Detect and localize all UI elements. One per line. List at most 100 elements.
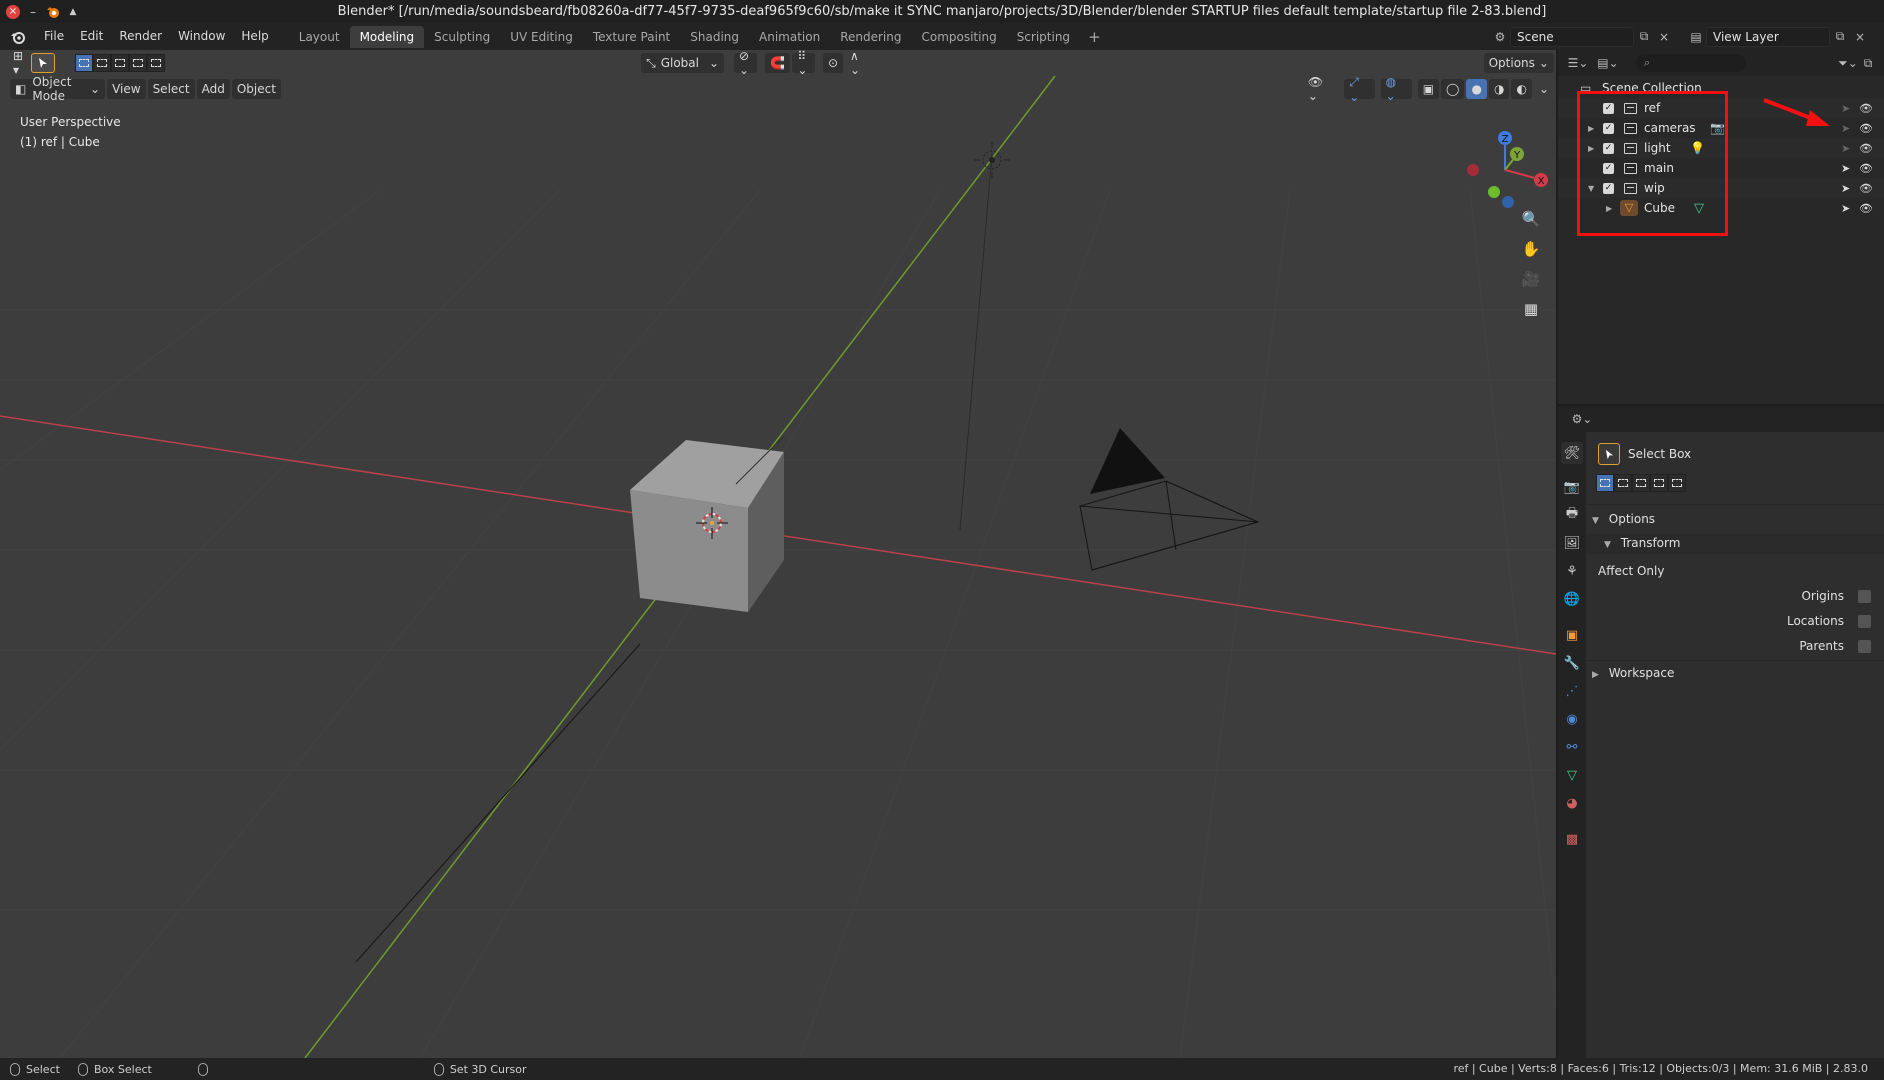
modifier-tab-icon[interactable]: 🔧 <box>1561 652 1583 674</box>
object-visibility-icon[interactable]: 👁 ⌄ <box>1303 75 1338 103</box>
object-tab-icon[interactable]: ▣ <box>1561 624 1583 646</box>
tab-scripting[interactable]: Scripting <box>1007 26 1080 48</box>
editor-type-icon[interactable]: ⊞ ▾ <box>8 50 29 77</box>
outliner-editor-type-icon[interactable]: ☰⌄ <box>1568 53 1589 73</box>
workspace-panel-header[interactable]: ▶ Workspace <box>1586 664 1884 684</box>
ortho-grid-icon[interactable]: ▦ <box>1518 296 1544 322</box>
selectable-toggle-icon[interactable]: ➤ <box>1841 122 1850 135</box>
scene-tab-icon[interactable]: ⚘ <box>1561 560 1583 582</box>
select-extend-icon[interactable] <box>1614 474 1632 492</box>
overlay-toggle-icon[interactable]: ◍ ⌄ <box>1380 75 1412 103</box>
object-mode-dropdown[interactable]: ◧ Object Mode ⌄ <box>10 75 106 103</box>
xray-toggle-icon[interactable]: ▣ <box>1417 79 1440 99</box>
origins-checkbox[interactable] <box>1858 590 1871 603</box>
pivot-point-icon[interactable]: ⊘ ⌄ <box>734 50 758 77</box>
selectable-toggle-icon[interactable]: ➤ <box>1841 142 1850 155</box>
selectable-toggle-icon[interactable]: ➤ <box>1841 182 1850 195</box>
material-shading-icon[interactable]: ◑ <box>1488 79 1510 99</box>
gizmo-neg-y-handle[interactable] <box>1488 186 1500 198</box>
falloff-icon[interactable]: ∧ ⌄ <box>845 50 868 77</box>
selectable-toggle-icon[interactable]: ➤ <box>1841 102 1850 115</box>
window-minimize-button[interactable]: – <box>26 5 40 19</box>
constraints-tab-icon[interactable]: ⚯ <box>1561 736 1583 758</box>
world-tab-icon[interactable]: 🌐 <box>1561 588 1583 610</box>
menu-help[interactable]: Help <box>233 23 276 50</box>
view-layer-icon[interactable]: ▤ <box>1686 27 1706 47</box>
transform-subpanel-header[interactable]: ▼ Transform <box>1586 534 1884 554</box>
visibility-eye-icon[interactable]: 👁 <box>1859 142 1873 155</box>
transform-orientation-dropdown[interactable]: ⤡ Global ⌄ <box>641 53 725 73</box>
menu-window[interactable]: Window <box>170 23 233 50</box>
tab-compositing[interactable]: Compositing <box>911 26 1006 48</box>
select-invert-icon[interactable] <box>129 54 148 72</box>
tab-texture-paint[interactable]: Texture Paint <box>583 26 680 48</box>
window-close-button[interactable]: × <box>6 4 20 19</box>
tab-shading[interactable]: Shading <box>680 26 749 48</box>
gizmo-neg-x-handle[interactable] <box>1467 164 1479 176</box>
parents-checkbox[interactable] <box>1858 640 1871 653</box>
select-new-icon[interactable] <box>1596 474 1614 492</box>
selectable-toggle-icon[interactable]: ➤ <box>1841 202 1850 215</box>
new-scene-icon[interactable]: ⧉ <box>1634 27 1654 47</box>
shading-options-icon[interactable]: ⌄ <box>1534 79 1554 99</box>
snap-target-icon[interactable]: ⠿ ⌄ <box>792 50 815 77</box>
tab-modeling[interactable]: Modeling <box>337 25 436 56</box>
locations-checkbox[interactable] <box>1858 615 1871 628</box>
visibility-eye-icon[interactable]: 👁 <box>1859 122 1873 135</box>
zoom-icon[interactable]: 🔍 <box>1518 206 1544 232</box>
select-box-tool-icon[interactable] <box>31 53 56 73</box>
select-extend-icon[interactable] <box>93 54 112 72</box>
gizmo-toggle-icon[interactable]: ⤢ ⌄ <box>1344 75 1375 104</box>
visibility-eye-icon[interactable]: 👁 <box>1859 202 1873 215</box>
render-tab-icon[interactable]: 📷 <box>1561 476 1583 498</box>
3d-viewport[interactable]: Z Y X ⊞ ▾ ⤡ Global ⌄ ⊘ ⌄ 🧲 ⠿ ⌄ ⊙ ∧ ⌄ Opt… <box>0 50 1556 1058</box>
delete-view-layer-icon[interactable]: × <box>1850 27 1870 47</box>
proportional-edit-icon[interactable]: ⊙ <box>822 53 843 73</box>
view-layer-name-field[interactable]: View Layer <box>1706 26 1830 47</box>
scene-name-field[interactable]: Scene <box>1510 26 1634 47</box>
particles-tab-icon[interactable]: ⋰ <box>1561 680 1583 702</box>
add-menu[interactable]: Add <box>196 79 230 99</box>
properties-editor-type-icon[interactable]: ⚙⌄ <box>1572 409 1593 429</box>
view-layer-tab-icon[interactable]: 🖼 <box>1561 532 1583 554</box>
new-collection-icon[interactable]: ⧉ <box>1858 53 1878 73</box>
texture-tab-icon[interactable]: ▩ <box>1561 828 1583 850</box>
display-mode-icon[interactable]: ▤⌄ <box>1597 53 1618 73</box>
output-tab-icon[interactable]: 🖶 <box>1561 504 1583 526</box>
filter-icon[interactable]: ⏷⌄ <box>1838 53 1858 73</box>
options-panel-header[interactable]: ▼ Options <box>1586 510 1884 530</box>
object-menu[interactable]: Object <box>231 79 281 99</box>
window-maximize-button[interactable]: ▲ <box>66 5 80 19</box>
visibility-eye-icon[interactable]: 👁 <box>1859 102 1873 115</box>
blender-logo-icon[interactable] <box>0 30 36 44</box>
outliner-search-input[interactable]: ⌕ <box>1636 54 1746 72</box>
select-box-icon[interactable] <box>1598 443 1620 465</box>
new-view-layer-icon[interactable]: ⧉ <box>1830 27 1850 47</box>
mesh-data-tab-icon[interactable]: ▽ <box>1561 764 1583 786</box>
tool-tab-icon[interactable]: 🛠 <box>1561 442 1583 464</box>
delete-scene-icon[interactable]: × <box>1654 27 1674 47</box>
solid-shading-icon[interactable]: ● <box>1466 79 1487 99</box>
viewport-canvas[interactable]: Z Y X <box>0 50 1556 1058</box>
select-subtract-icon[interactable] <box>1632 474 1650 492</box>
physics-tab-icon[interactable]: ◉ <box>1561 708 1583 730</box>
tab-sculpting[interactable]: Sculpting <box>424 26 500 48</box>
snap-toggle-icon[interactable]: 🧲 <box>765 53 791 73</box>
wireframe-shading-icon[interactable]: ◯ <box>1441 79 1465 99</box>
menu-edit[interactable]: Edit <box>72 23 111 50</box>
select-invert-icon[interactable] <box>1650 474 1668 492</box>
tab-rendering[interactable]: Rendering <box>830 26 911 48</box>
gizmo-neg-z-handle[interactable] <box>1502 196 1514 208</box>
menu-file[interactable]: File <box>36 23 72 50</box>
select-menu[interactable]: Select <box>147 79 195 99</box>
pan-hand-icon[interactable]: ✋ <box>1518 236 1544 262</box>
selectable-toggle-icon[interactable]: ➤ <box>1841 162 1850 175</box>
material-tab-icon[interactable]: ◕ <box>1561 792 1583 814</box>
select-subtract-icon[interactable] <box>111 54 130 72</box>
add-workspace-button[interactable]: + <box>1080 28 1109 46</box>
view-menu[interactable]: View <box>107 79 146 99</box>
visibility-eye-icon[interactable]: 👁 <box>1859 162 1873 175</box>
select-intersect-icon[interactable] <box>147 54 166 72</box>
tab-animation[interactable]: Animation <box>749 26 830 48</box>
tab-uv-editing[interactable]: UV Editing <box>500 26 583 48</box>
